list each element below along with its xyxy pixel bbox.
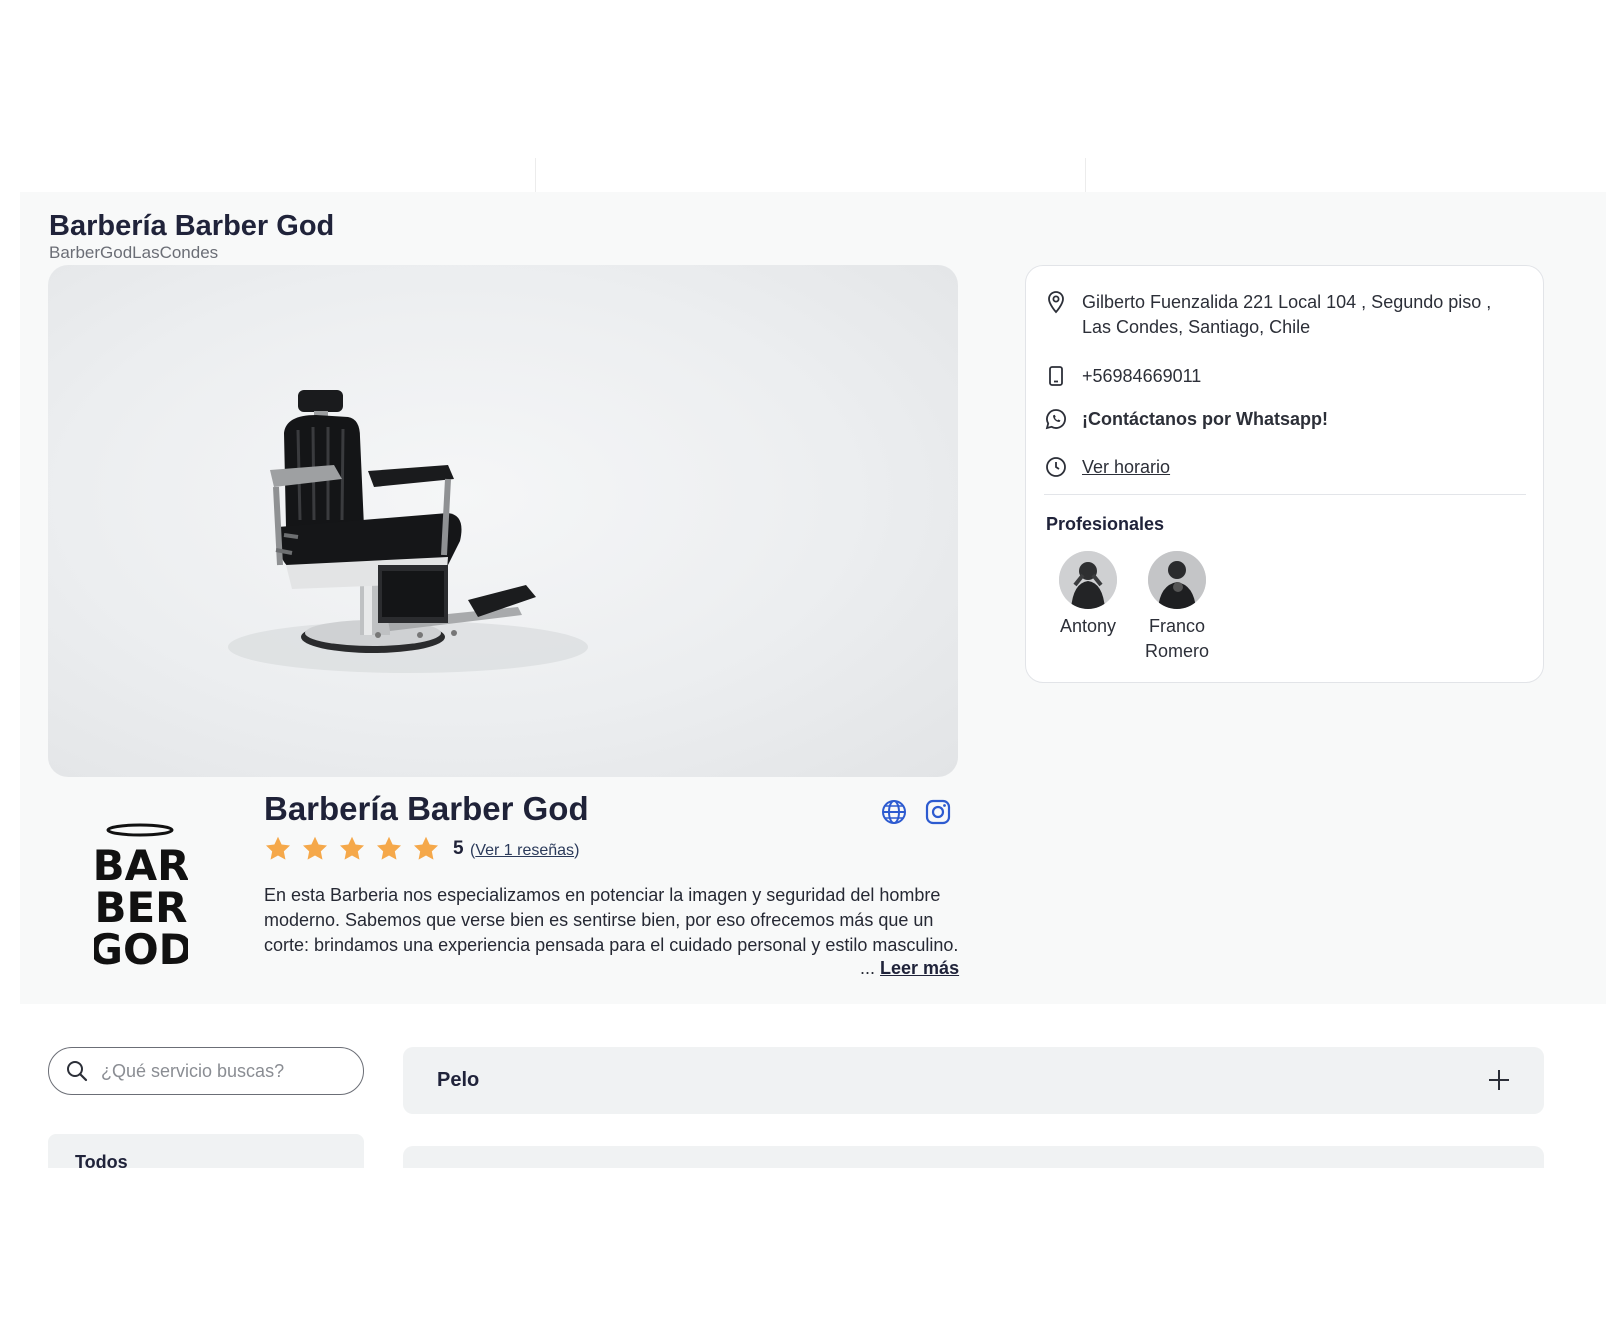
whatsapp-link[interactable]: ¡Contáctanos por Whatsapp! bbox=[1082, 407, 1328, 432]
business-handle: BarberGodLasCondes bbox=[49, 243, 219, 262]
star-icon bbox=[265, 836, 291, 860]
star-icon bbox=[339, 836, 365, 860]
clock-icon bbox=[1046, 457, 1066, 477]
address-text: Gilberto Fuenzalida 221 Local 104 , Segu… bbox=[1082, 292, 1492, 337]
plus-icon bbox=[1489, 1070, 1509, 1090]
accordion-label: Pelo bbox=[437, 1069, 480, 1091]
reviews-link[interactable]: Ver 1 reseñas bbox=[475, 842, 574, 859]
professional-card[interactable]: Franco Romero bbox=[1127, 551, 1227, 664]
business-logo: BAR BER GOD bbox=[94, 823, 188, 972]
whatsapp-row[interactable]: ¡Contáctanos por Whatsapp! bbox=[1044, 407, 1328, 432]
read-more-link[interactable]: Leer más bbox=[880, 958, 959, 978]
info-divider bbox=[1044, 494, 1526, 495]
category-label: Todos bbox=[75, 1152, 128, 1168]
star-icon bbox=[376, 836, 402, 860]
schedule-row: Ver horario bbox=[1044, 455, 1170, 480]
avatar bbox=[1059, 551, 1117, 609]
professional-name: Franco Romero bbox=[1144, 616, 1210, 661]
cover-image bbox=[48, 265, 958, 777]
avatar bbox=[1148, 551, 1206, 609]
search-input[interactable] bbox=[101, 1060, 341, 1082]
phone-text: +56984669011 bbox=[1082, 366, 1202, 386]
business-description: En esta Barberia nos especializamos en p… bbox=[264, 885, 959, 955]
header-divider bbox=[535, 158, 536, 192]
category-tab-todos[interactable]: Todos bbox=[48, 1134, 364, 1168]
read-more-ellipsis: ... bbox=[860, 958, 876, 978]
star-icon bbox=[413, 836, 439, 860]
barber-chair-illustration bbox=[228, 390, 588, 673]
read-more-wrap: ... Leer más bbox=[860, 958, 959, 979]
service-accordion-pelo[interactable]: Pelo bbox=[403, 1047, 1544, 1114]
business-name: Barbería Barber God bbox=[264, 790, 589, 827]
logo-text-line: GOD bbox=[94, 925, 188, 972]
location-pin-icon bbox=[1048, 291, 1064, 314]
service-search[interactable] bbox=[48, 1047, 364, 1095]
globe-icon[interactable] bbox=[880, 798, 908, 826]
professional-card[interactable]: Antony bbox=[1038, 551, 1138, 639]
phone-icon bbox=[1049, 366, 1063, 386]
instagram-icon[interactable] bbox=[924, 798, 952, 826]
service-accordion[interactable] bbox=[403, 1146, 1544, 1168]
rating-value: 5 bbox=[453, 838, 464, 859]
rating-stars bbox=[264, 834, 440, 864]
professionals-title: Profesionales bbox=[1046, 514, 1165, 534]
schedule-link[interactable]: Ver horario bbox=[1082, 455, 1170, 480]
business-title: Barbería Barber God bbox=[49, 210, 335, 242]
star-icon bbox=[302, 836, 328, 860]
phone-row: +56984669011 bbox=[1044, 364, 1201, 389]
reviews-link-wrap: (Ver 1 reseñas) bbox=[470, 842, 580, 859]
info-card: Gilberto Fuenzalida 221 Local 104 , Segu… bbox=[1025, 265, 1544, 683]
search-icon bbox=[67, 1061, 88, 1082]
header-divider bbox=[1085, 158, 1086, 192]
address-row: Gilberto Fuenzalida 221 Local 104 , Segu… bbox=[1044, 290, 1502, 340]
professional-name: Antony bbox=[1059, 616, 1117, 636]
whatsapp-icon bbox=[1045, 409, 1066, 430]
